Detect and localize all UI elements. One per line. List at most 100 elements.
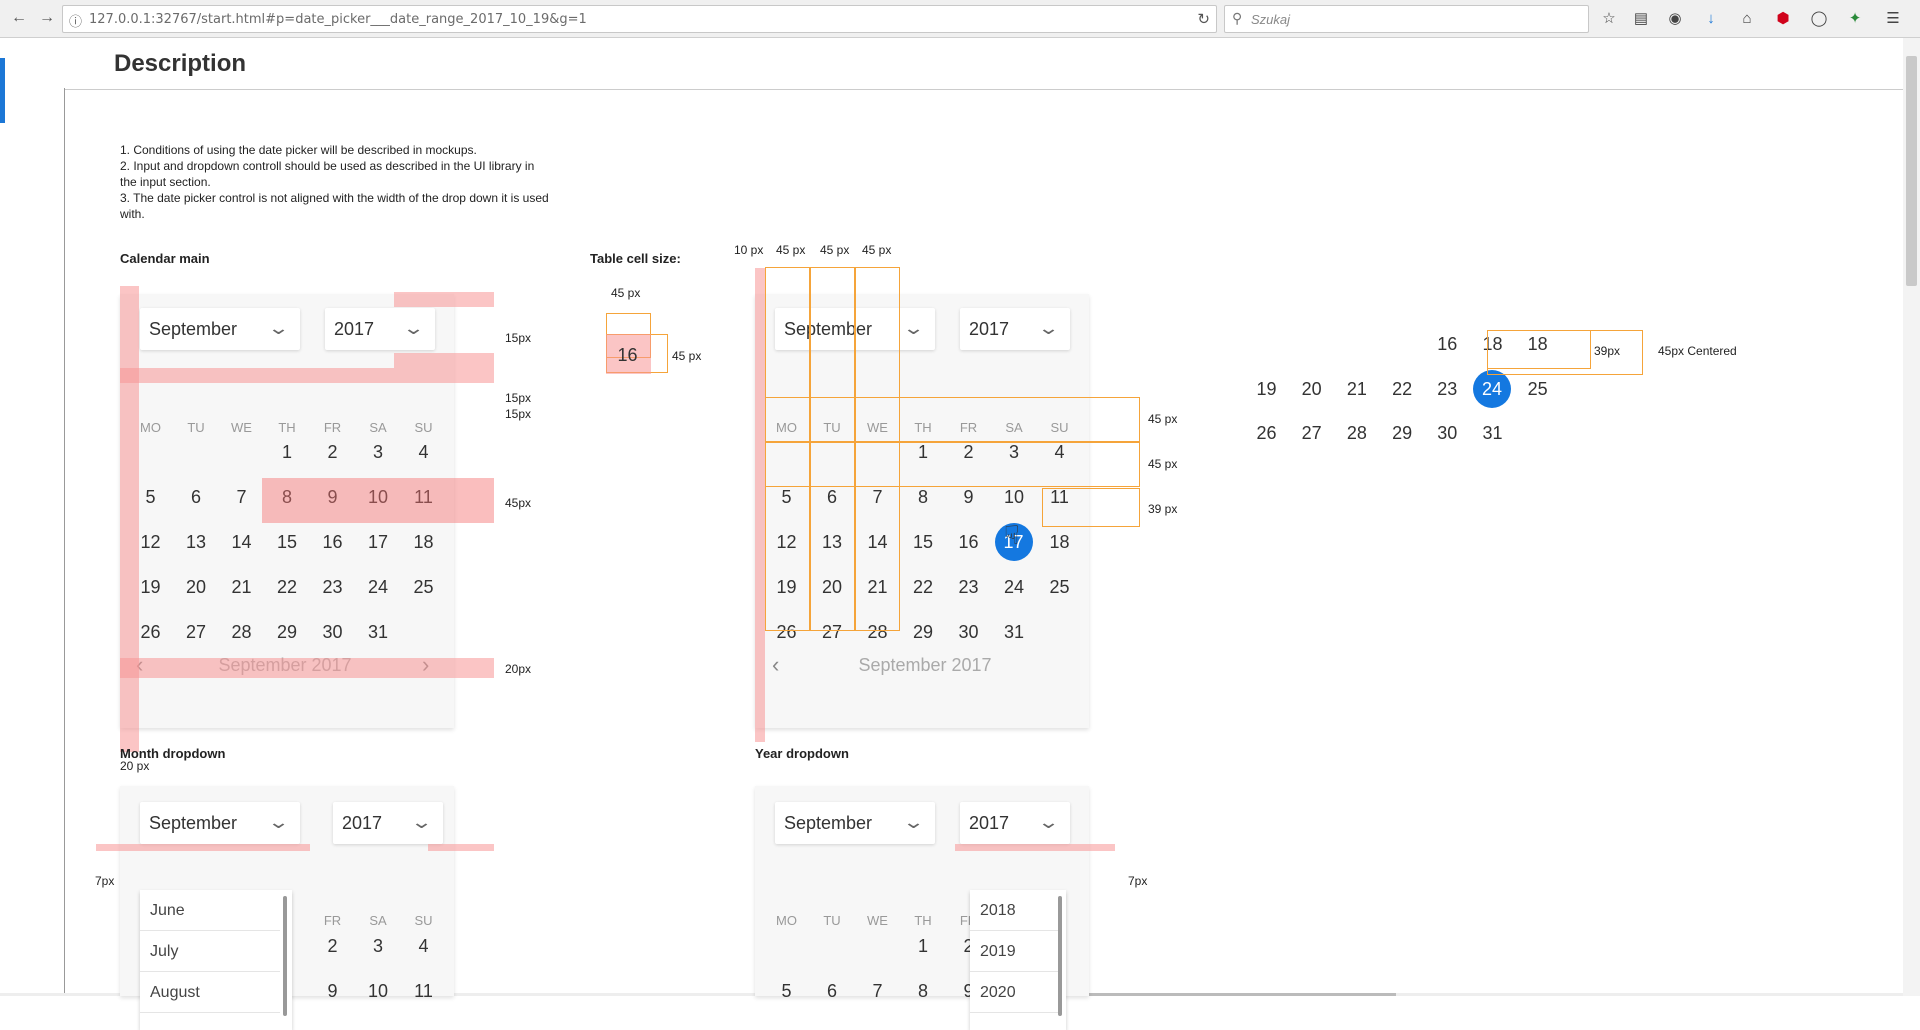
range-day[interactable]: 30 <box>1425 423 1470 444</box>
calendar-day[interactable]: 25 <box>1037 577 1082 598</box>
calendar-day[interactable]: 1 <box>265 442 310 463</box>
calendar-day[interactable]: 31 <box>992 622 1037 643</box>
search-bar[interactable]: ⚲ Szukaj <box>1224 5 1589 33</box>
calendar-day[interactable]: 2 <box>310 936 355 957</box>
calendar-day[interactable]: 31 <box>356 622 401 643</box>
calendar-day[interactable]: 25 <box>401 577 446 598</box>
calendar-day[interactable]: 17 <box>356 532 401 553</box>
calendar-day[interactable]: 16 <box>310 532 355 553</box>
range-day[interactable]: 27 <box>1289 423 1334 444</box>
calendar-day[interactable]: 20 <box>174 577 219 598</box>
calendar-day[interactable]: 30 <box>310 622 355 643</box>
range-day[interactable]: 19 <box>1244 379 1289 400</box>
year-options-list[interactable]: 2018 2019 2020 <box>970 890 1066 1030</box>
range-day[interactable]: 21 <box>1334 379 1379 400</box>
calendar-day[interactable]: 18 <box>1037 532 1082 553</box>
calendar-day[interactable]: 8 <box>901 981 946 1002</box>
back-icon[interactable]: ← <box>8 7 30 29</box>
range-day[interactable]: 22 <box>1380 379 1425 400</box>
month-options-list[interactable]: June July August <box>140 890 292 1030</box>
year-option[interactable]: 2020 <box>970 972 1058 1013</box>
calendar-day[interactable]: 21 <box>219 577 264 598</box>
year-option[interactable]: 2018 <box>970 890 1058 931</box>
calendar-day[interactable]: 1 <box>901 936 946 957</box>
guide-left-padding <box>120 286 139 752</box>
calendar-day[interactable]: 30 <box>946 622 991 643</box>
year-select[interactable]: 2017 ⌄ <box>960 802 1070 844</box>
range-day[interactable]: 31 <box>1470 423 1515 444</box>
calendar-day[interactable]: 23 <box>946 577 991 598</box>
month-option[interactable]: August <box>140 972 280 1013</box>
calendar-day[interactable]: 24 <box>356 577 401 598</box>
year-select[interactable]: 2017 ⌄ <box>333 802 443 844</box>
calendar-day[interactable]: 10 <box>992 487 1037 508</box>
tools-icon[interactable]: ✦ <box>1844 8 1866 30</box>
calendar-day[interactable]: 4 <box>401 442 446 463</box>
dropdown-scrollbar[interactable] <box>283 896 287 1016</box>
info-icon[interactable]: ⓘ <box>69 11 82 30</box>
pocket-icon[interactable]: ◉ <box>1664 8 1686 30</box>
range-day[interactable]: 25 <box>1515 379 1560 400</box>
measure-label: 7px <box>1128 874 1148 888</box>
home-icon[interactable]: ⌂ <box>1736 8 1758 30</box>
forward-icon[interactable]: → <box>36 7 58 29</box>
measure-label: 20 px <box>120 759 150 773</box>
reload-icon[interactable]: ↻ <box>1197 10 1210 28</box>
calendar-day[interactable]: 11 <box>401 981 446 1002</box>
month-option[interactable]: June <box>140 890 280 931</box>
measure-label: 20px <box>505 662 532 676</box>
range-day[interactable]: 28 <box>1334 423 1379 444</box>
calendar-day[interactable]: 24 <box>992 577 1037 598</box>
download-icon[interactable]: ↓ <box>1700 8 1722 30</box>
vertical-scrollbar-thumb[interactable] <box>1906 56 1917 286</box>
year-select-value: 2017 <box>342 813 383 833</box>
calendar-day[interactable]: 15 <box>265 532 310 553</box>
calendar-day[interactable]: 9 <box>946 487 991 508</box>
calendar-day[interactable]: 14 <box>219 532 264 553</box>
calendar-day[interactable]: 29 <box>901 622 946 643</box>
calendar-day[interactable]: 13 <box>174 532 219 553</box>
menu-icon[interactable]: ☰ <box>1882 8 1904 30</box>
month-select[interactable]: September ⌄ <box>775 802 935 844</box>
calendar-day[interactable]: 3 <box>356 936 401 957</box>
calendar-day[interactable]: 2 <box>310 442 355 463</box>
calendar-day[interactable]: 15 <box>901 532 946 553</box>
calendar-day[interactable]: 16 <box>946 532 991 553</box>
range-day[interactable]: 29 <box>1380 423 1425 444</box>
month-select[interactable]: September ⌄ <box>140 308 300 350</box>
calendar-day[interactable]: 27 <box>174 622 219 643</box>
calendar-day[interactable]: 18 <box>401 532 446 553</box>
dropdown-scrollbar[interactable] <box>1058 896 1062 1016</box>
calendar-day[interactable]: 23 <box>310 577 355 598</box>
calendar-day[interactable]: 10 <box>356 981 401 1002</box>
calendar-day[interactable]: 28 <box>219 622 264 643</box>
range-day[interactable]: 20 <box>1289 379 1334 400</box>
year-select[interactable]: 2017 ⌄ <box>960 308 1070 350</box>
calendar-day[interactable]: 6 <box>174 487 219 508</box>
range-day[interactable]: 26 <box>1244 423 1289 444</box>
range-day[interactable]: 23 <box>1425 379 1470 400</box>
calendar-day[interactable]: 22 <box>265 577 310 598</box>
calendar-day[interactable]: 6 <box>810 981 855 1002</box>
calendar-day[interactable]: 4 <box>401 936 446 957</box>
calendar-day[interactable]: 8 <box>901 487 946 508</box>
adblock-icon[interactable]: ⬢ <box>1772 8 1794 30</box>
calendar-day[interactable]: 7 <box>855 981 900 1002</box>
bookmark-star-icon[interactable]: ☆ <box>1598 8 1620 30</box>
range-day[interactable]: 16 <box>1425 334 1470 355</box>
extension-icon[interactable]: ◯ <box>1808 8 1830 30</box>
calendar-day[interactable]: 9 <box>310 981 355 1002</box>
url-bar[interactable]: ⓘ 127.0.0.1:32767/start.html#p=date_pick… <box>62 5 1217 33</box>
month-option[interactable]: July <box>140 931 280 972</box>
month-select[interactable]: September ⌄ <box>140 802 300 844</box>
selected-day[interactable]: 24 <box>1473 370 1511 408</box>
calendar-day[interactable]: 29 <box>265 622 310 643</box>
reading-list-icon[interactable]: ▤ <box>1630 8 1652 30</box>
calendar-day[interactable]: 5 <box>764 981 809 1002</box>
year-option[interactable]: 2019 <box>970 931 1058 972</box>
chevron-left-icon[interactable]: ‹ <box>772 652 779 678</box>
calendar-day[interactable]: 3 <box>356 442 401 463</box>
year-select[interactable]: 2017 ⌄ <box>325 308 435 350</box>
calendar-day[interactable]: 7 <box>219 487 264 508</box>
calendar-day[interactable]: 22 <box>901 577 946 598</box>
